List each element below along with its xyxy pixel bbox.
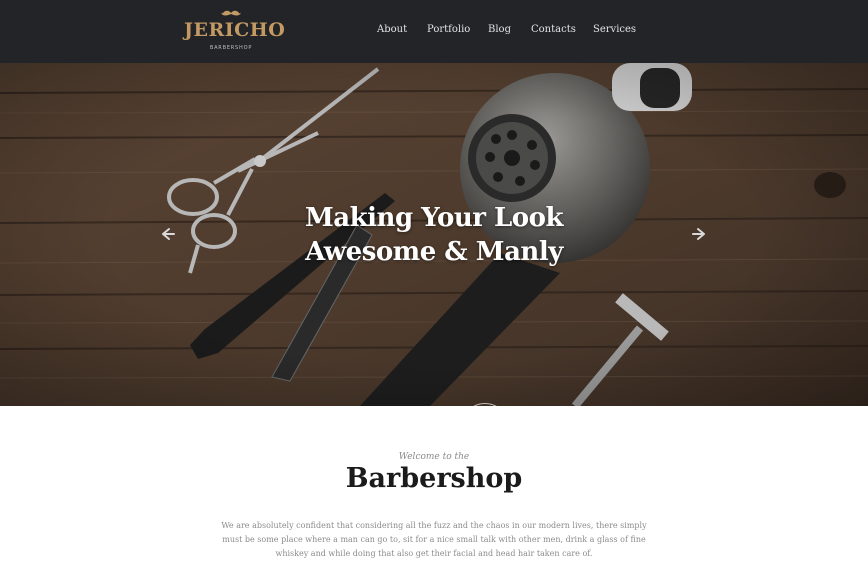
logo-subtext: BARBERSHOP <box>209 45 253 51</box>
hero-title-line-2: Awesome & Manly <box>305 237 563 267</box>
mustache-icon <box>221 10 241 16</box>
hero-title-line-1: Making Your Look <box>305 203 563 233</box>
arrow-left-icon[interactable] <box>160 226 176 242</box>
welcome-pretitle: Welcome to the <box>398 452 470 462</box>
nav-portfolio[interactable]: Portfolio <box>427 24 470 35</box>
site-header: JERICHO BARBERSHOP About Portfolio Blog … <box>0 0 868 63</box>
nav-contacts[interactable]: Contacts <box>531 24 576 35</box>
nav-services[interactable]: Services <box>593 24 636 35</box>
welcome-title: Barbershop <box>345 463 523 494</box>
nav-about[interactable]: About <box>377 24 407 35</box>
hero-title: Making Your Look Awesome & Manly <box>234 201 634 269</box>
arrow-right-icon[interactable] <box>691 226 707 242</box>
welcome-body-text: We are absolutely confident that conside… <box>221 521 647 558</box>
hero-slider: Making Your Look Awesome & Manly <box>0 63 868 406</box>
main-nav: About Portfolio Blog Contacts Services <box>0 24 868 40</box>
nav-blog[interactable]: Blog <box>488 24 511 35</box>
